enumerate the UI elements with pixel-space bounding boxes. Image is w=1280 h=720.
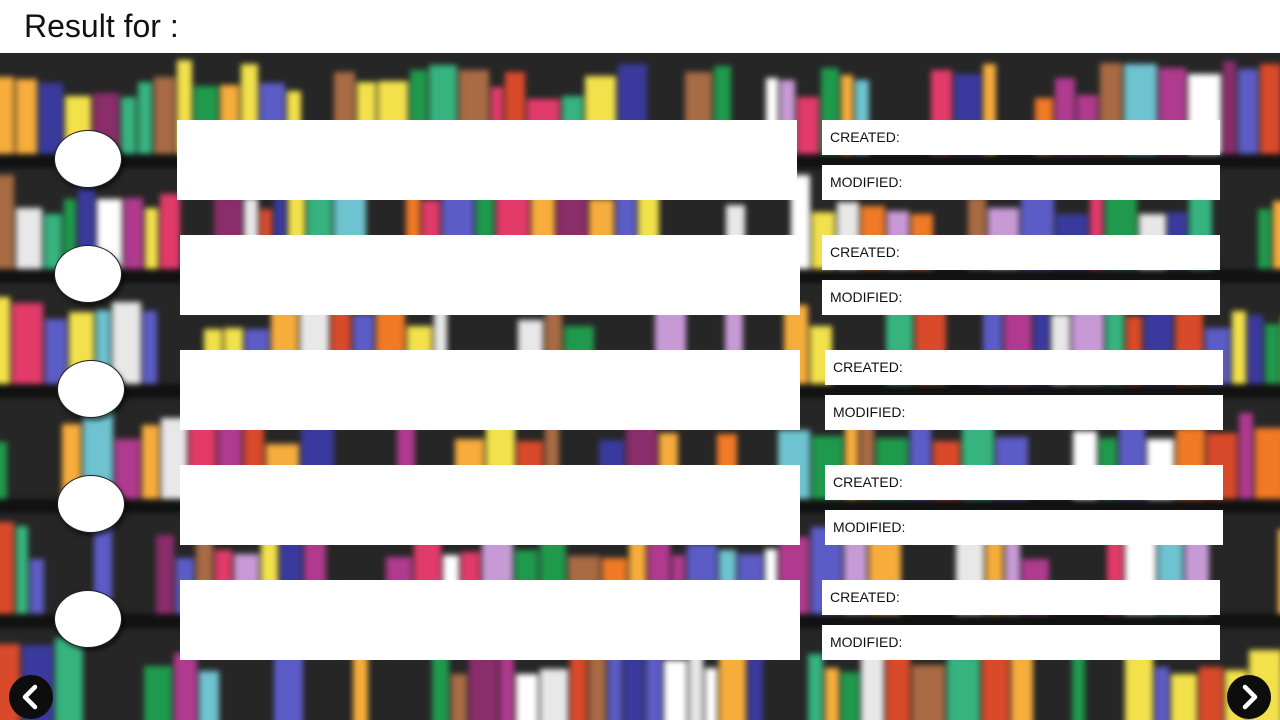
result-row-4: CREATED: MODIFIED: (0, 465, 1280, 545)
book-spine (808, 654, 823, 720)
book-spine (199, 671, 219, 720)
chevron-right-icon (1242, 684, 1258, 710)
result-title-box[interactable] (180, 235, 800, 315)
page-title: Result for : (24, 8, 179, 44)
result-row-5: CREATED: MODIFIED: (0, 580, 1280, 660)
result-row-1: CREATED: MODIFIED: (0, 120, 1280, 200)
created-field: CREATED: (825, 350, 1223, 385)
book-spine (841, 672, 859, 720)
created-field: CREATED: (822, 120, 1220, 155)
chevron-left-icon (22, 684, 38, 710)
select-result-button[interactable] (54, 245, 122, 303)
result-title-box[interactable] (180, 465, 800, 545)
modified-field: MODIFIED: (825, 395, 1223, 430)
book-spine (516, 674, 538, 720)
created-field: CREATED: (822, 235, 1220, 270)
modified-field: MODIFIED: (825, 510, 1223, 545)
select-result-button[interactable] (54, 590, 122, 648)
bookshelf-background: CREATED: MODIFIED: CREATED: MODIFIED: CR… (0, 53, 1280, 720)
book-spine (861, 654, 884, 720)
previous-page-button[interactable] (9, 675, 53, 719)
book-spine (982, 652, 1009, 720)
book-spine (705, 668, 717, 720)
select-result-button[interactable] (54, 130, 122, 188)
book-spine (174, 653, 197, 720)
next-page-button[interactable] (1227, 675, 1271, 719)
result-title-box[interactable] (177, 120, 797, 200)
book-spine (540, 669, 568, 720)
book-spine (1155, 667, 1169, 720)
book-spine (947, 656, 980, 720)
created-field: CREATED: (822, 580, 1220, 615)
select-result-button[interactable] (57, 475, 125, 533)
book-spine (500, 655, 514, 720)
result-title-box[interactable] (180, 350, 800, 430)
modified-field: MODIFIED: (822, 280, 1220, 315)
book-spine (1199, 667, 1223, 720)
result-row-2: CREATED: MODIFIED: (0, 235, 1280, 315)
modified-field: MODIFIED: (822, 625, 1220, 660)
book-spine (1171, 674, 1197, 720)
created-field: CREATED: (825, 465, 1223, 500)
book-spine (912, 665, 945, 720)
book-spine (353, 651, 368, 720)
result-title-box[interactable] (180, 580, 800, 660)
result-row-3: CREATED: MODIFIED: (0, 350, 1280, 430)
modified-field: MODIFIED: (822, 165, 1220, 200)
book-spine (719, 651, 746, 720)
book-spine (825, 668, 839, 720)
select-result-button[interactable] (57, 360, 125, 418)
header: Result for : (0, 0, 1280, 53)
book-spine (1011, 654, 1033, 720)
book-spine (144, 666, 172, 720)
book-spine (664, 660, 687, 720)
book-spine (451, 674, 467, 720)
